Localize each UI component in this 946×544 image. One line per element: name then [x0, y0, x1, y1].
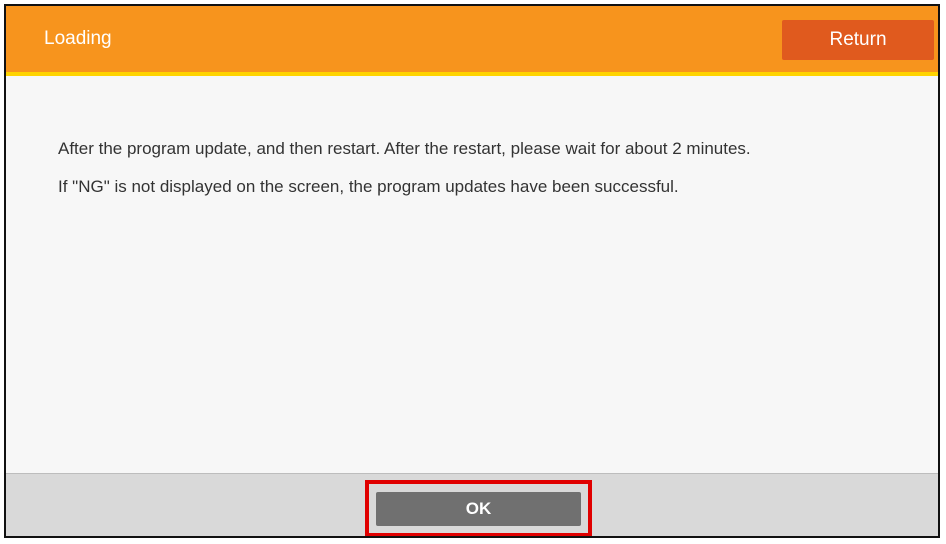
- ok-button[interactable]: OK: [376, 492, 581, 526]
- dialog-header: Loading Return: [6, 6, 938, 76]
- ok-button-highlight: OK: [365, 480, 592, 536]
- message-line-success: If "NG" is not displayed on the screen, …: [58, 177, 679, 196]
- return-button[interactable]: Return: [782, 20, 934, 60]
- dialog-title: Loading: [44, 28, 112, 49]
- message-line-restart: After the program update, and then resta…: [58, 139, 751, 158]
- dialog-message: After the program update, and then resta…: [58, 130, 878, 206]
- loading-dialog: Loading Return After the program update,…: [4, 4, 940, 538]
